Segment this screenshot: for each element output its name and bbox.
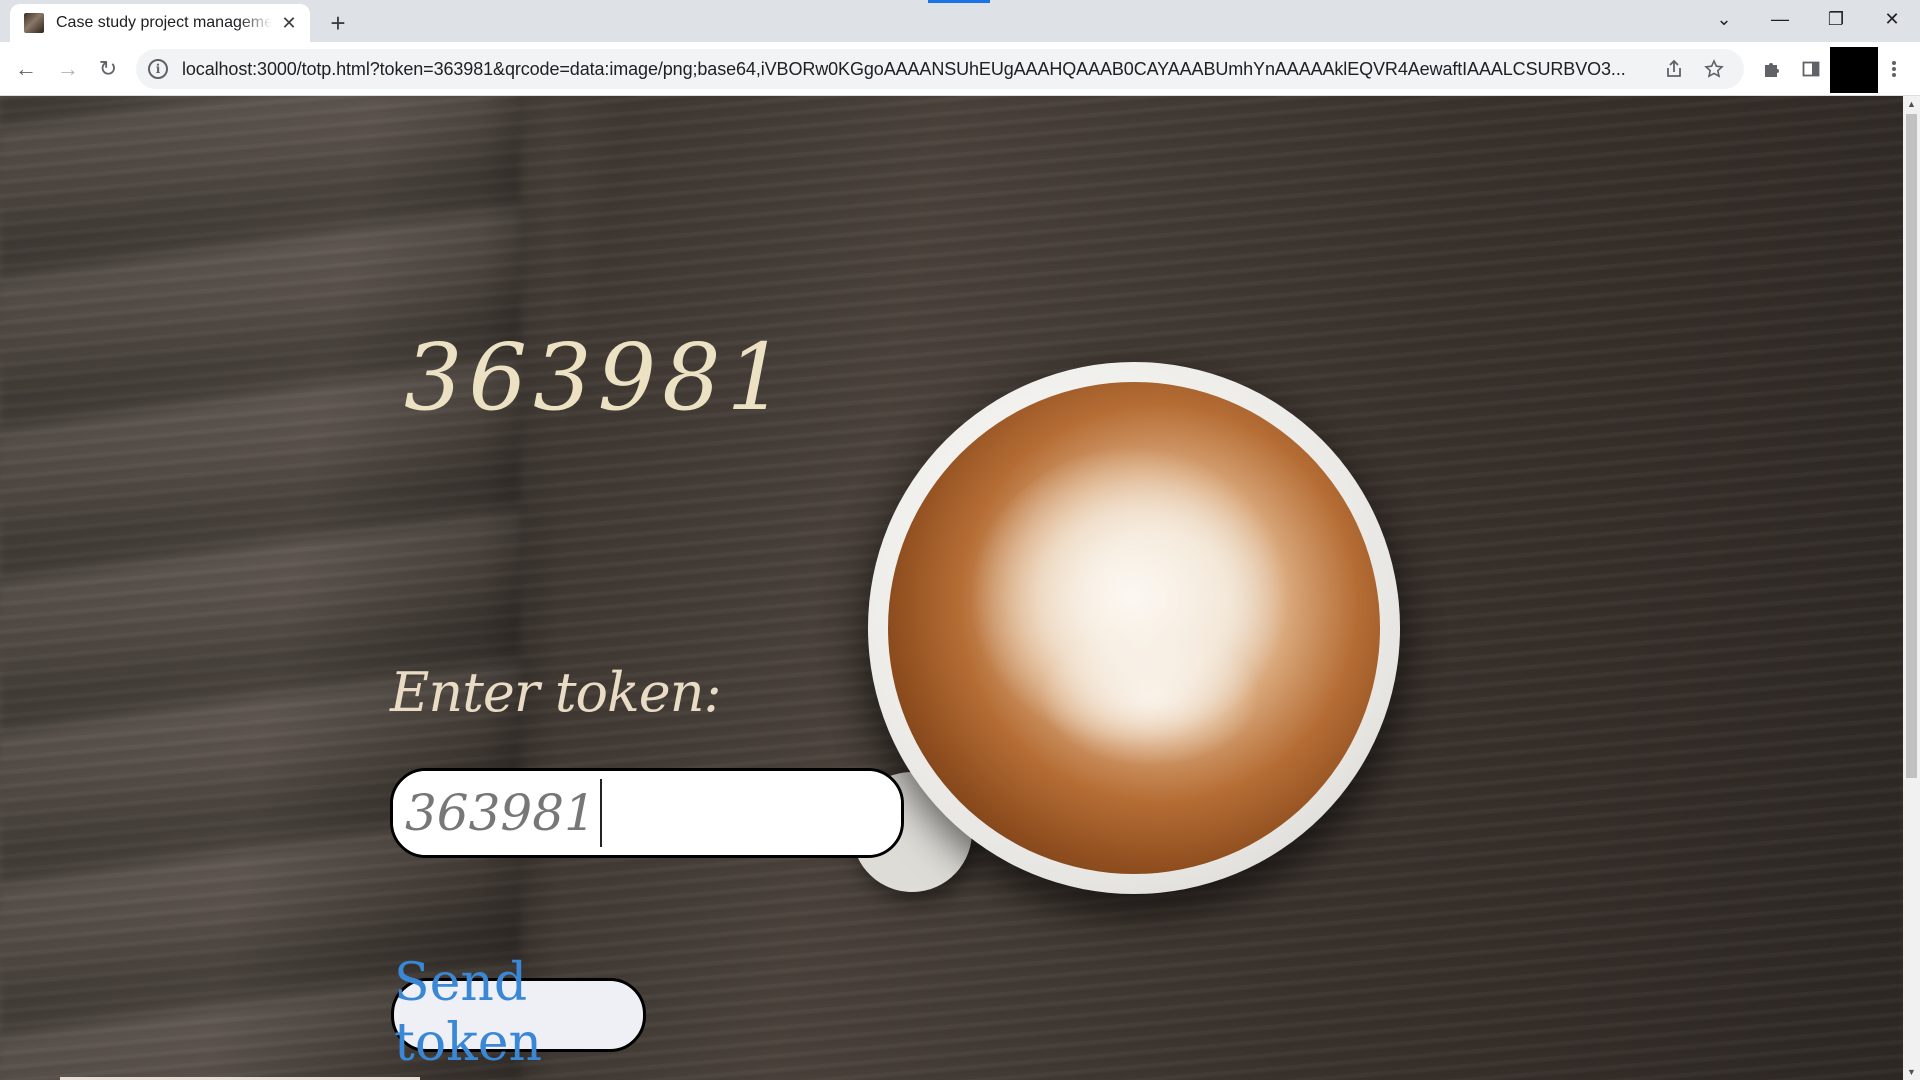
star-icon[interactable]: [1698, 53, 1730, 85]
scroll-down-icon[interactable]: ▼: [1903, 1064, 1920, 1080]
forward-icon[interactable]: →: [52, 53, 84, 85]
text-caret: [599, 779, 602, 847]
scrollbar-thumb[interactable]: [1906, 114, 1917, 778]
token-input[interactable]: 363981: [390, 768, 904, 858]
restore-icon[interactable]: ❐: [1808, 0, 1864, 38]
latte-art: [960, 446, 1320, 806]
favicon-icon: [24, 13, 44, 33]
window-controls: ⌄ — ❐ ✕: [1696, 0, 1920, 38]
share-icon[interactable]: [1658, 53, 1690, 85]
tab-search-icon[interactable]: ⌄: [1696, 0, 1752, 38]
address-bar[interactable]: i localhost:3000/totp.html?token=363981&…: [136, 49, 1744, 89]
tab-title: Case study project management: [56, 14, 272, 31]
browser-toolbar: ← → ↻ i localhost:3000/totp.html?token=3…: [0, 42, 1920, 96]
side-panel-icon[interactable]: [1795, 53, 1827, 85]
token-display: 363981: [404, 324, 792, 431]
reload-icon[interactable]: ↻: [92, 53, 124, 85]
close-window-icon[interactable]: ✕: [1864, 0, 1920, 38]
profile-avatar[interactable]: [1830, 47, 1878, 93]
tab-close-icon[interactable]: ✕: [278, 12, 300, 34]
enter-token-label: Enter token:: [390, 661, 722, 724]
back-icon[interactable]: ←: [10, 53, 42, 85]
page-viewport: 363981 Enter token: 363981 Send token ▲ …: [0, 96, 1920, 1080]
tab-strip: Case study project management ✕ + ⌄ — ❐ …: [0, 0, 1920, 42]
vertical-scrollbar[interactable]: ▲ ▼: [1903, 96, 1920, 1080]
tab-accent-bar: [928, 0, 990, 3]
puzzle-icon[interactable]: [1756, 53, 1788, 85]
browser-tab[interactable]: Case study project management ✕: [10, 4, 310, 42]
site-info-icon[interactable]: i: [148, 59, 168, 79]
send-token-button[interactable]: Send token: [391, 953, 646, 1073]
scroll-up-icon[interactable]: ▲: [1903, 96, 1920, 112]
token-input-value: 363981: [405, 784, 596, 842]
url-text[interactable]: localhost:3000/totp.html?token=363981&qr…: [182, 59, 1650, 80]
wood-plank: [0, 96, 520, 1080]
new-tab-button[interactable]: +: [322, 7, 354, 39]
kebab-menu-icon[interactable]: [1878, 53, 1910, 85]
minimize-icon[interactable]: —: [1752, 0, 1808, 38]
